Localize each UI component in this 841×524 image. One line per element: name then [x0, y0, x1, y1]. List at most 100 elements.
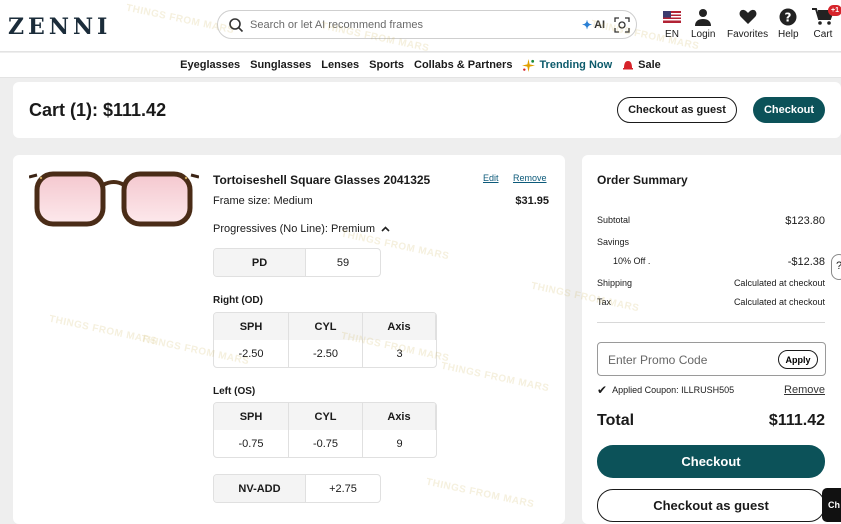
promo-code-field[interactable]: Apply: [597, 342, 826, 376]
nav-lenses[interactable]: Lenses: [321, 59, 359, 71]
side-feedback-tab[interactable]: ?: [831, 254, 841, 280]
left-sph: -0.75: [214, 430, 289, 457]
zenni-logo[interactable]: ZENNI: [8, 14, 111, 40]
nv-add-table: NV-ADD +2.75: [213, 474, 381, 503]
cart-link[interactable]: +1 Cart: [812, 5, 841, 40]
coupon-label: Applied Coupon: ILLRUSH505: [612, 385, 735, 395]
savings-row: Savings: [597, 237, 825, 247]
product-name[interactable]: Tortoiseshell Square Glasses 2041325: [213, 173, 430, 187]
subtotal-row: Subtotal $123.80: [597, 215, 825, 227]
nav-sunglasses[interactable]: Sunglasses: [250, 59, 311, 71]
pd-value: 59: [336, 256, 350, 269]
discount-row: 10% Off . -$12.38: [597, 256, 825, 268]
checkout-button[interactable]: Checkout: [597, 445, 825, 478]
pd-header: PD: [214, 249, 306, 276]
trending-label: Trending Now: [539, 59, 613, 71]
cart-item-card: Tortoiseshell Square Glasses 2041325 Fra…: [13, 155, 565, 524]
sph-header: SPH: [214, 313, 289, 340]
shipping-label: Shipping: [597, 278, 633, 288]
order-summary: Order Summary Subtotal $123.80 Savings 1…: [582, 155, 841, 524]
savings-label: Savings: [597, 237, 630, 247]
remove-coupon-link[interactable]: Remove: [784, 384, 825, 396]
svg-text:?: ?: [785, 11, 792, 25]
login-label: Login: [691, 29, 716, 40]
nv-add-value: +2.75: [329, 482, 357, 495]
subtotal-value: $123.80: [785, 215, 825, 227]
us-flag-icon: [663, 11, 681, 23]
help-icon: ?: [779, 8, 797, 26]
left-eye-table: SPH CYL Axis -0.75 -0.75 9: [213, 402, 437, 458]
tax-row: Tax Calculated at checkout: [597, 297, 825, 307]
cart-count-badge: +1: [828, 5, 841, 16]
edit-item-link[interactable]: Edit: [483, 173, 499, 183]
ai-label: AI: [594, 19, 606, 31]
visual-search-icon[interactable]: [614, 17, 630, 33]
cyl-header: CYL: [289, 313, 363, 340]
shipping-value: Calculated at checkout: [733, 278, 825, 288]
cart-label: Cart: [813, 29, 833, 40]
help-link[interactable]: ? Help: [778, 7, 799, 40]
lens-type-label: Progressives (No Line): Premium: [213, 223, 375, 235]
shipping-row: Shipping Calculated at checkout: [597, 278, 825, 288]
right-sph: -2.50: [214, 340, 289, 367]
total-label: Total: [597, 412, 635, 429]
summary-divider: [597, 322, 825, 323]
nav-trending[interactable]: Trending Now: [522, 58, 613, 72]
chat-widget-button[interactable]: Ch: [822, 488, 841, 522]
favorites-link[interactable]: Favorites: [727, 7, 768, 40]
nav-sale[interactable]: Sale: [622, 59, 661, 71]
user-icon: [695, 9, 712, 26]
favorites-label: Favorites: [727, 29, 769, 40]
pd-table: PD 59: [213, 248, 381, 277]
checkmark-icon: ✔: [597, 383, 608, 397]
item-price: $31.95: [515, 195, 549, 207]
sparkle-icon: ✦: [582, 18, 593, 32]
language-label: EN: [665, 29, 679, 40]
subtotal-label: Subtotal: [597, 215, 631, 225]
right-eye-table: SPH CYL Axis -2.50 -2.50 3: [213, 312, 437, 368]
trending-sparkle-icon: [522, 58, 536, 72]
cart-header: Cart (1): $111.42 Checkout as guest Chec…: [13, 82, 841, 138]
search-input[interactable]: [250, 15, 580, 35]
remove-item-link[interactable]: Remove: [513, 173, 547, 183]
cart-title: Cart (1): $111.42: [29, 100, 167, 120]
checkout-button-top[interactable]: Checkout: [753, 97, 825, 123]
sale-bell-icon: [623, 61, 634, 70]
search-icon: [229, 18, 244, 33]
search-bar[interactable]: ✦ AI: [217, 10, 637, 39]
chevron-up-icon: [381, 226, 390, 232]
lens-details-toggle[interactable]: Progressives (No Line): Premium: [213, 223, 390, 235]
heart-icon: [739, 9, 757, 24]
tax-value: Calculated at checkout: [733, 297, 825, 307]
promo-code-input[interactable]: [608, 351, 768, 369]
category-nav: Eyeglasses Sunglasses Lenses Sports Coll…: [0, 53, 841, 78]
total-value: $111.42: [768, 412, 825, 429]
checkout-as-guest-button-top[interactable]: Checkout as guest: [617, 97, 737, 123]
apply-promo-button[interactable]: Apply: [778, 350, 818, 369]
checkout-as-guest-button[interactable]: Checkout as guest: [597, 489, 825, 522]
axis-header: Axis: [363, 313, 436, 340]
login-link[interactable]: Login: [691, 7, 715, 40]
left-cyl: -0.75: [289, 430, 363, 457]
language-selector[interactable]: EN: [663, 7, 681, 40]
left-eye-label: Left (OS): [213, 386, 256, 397]
sph-header: SPH: [214, 403, 289, 430]
left-axis: 9: [396, 437, 403, 450]
discount-value: -$12.38: [787, 256, 825, 268]
help-label: Help: [778, 29, 799, 40]
cyl-header: CYL: [289, 403, 363, 430]
product-image[interactable]: [29, 169, 199, 229]
nav-collabs[interactable]: Collabs & Partners: [414, 59, 512, 71]
sale-label: Sale: [638, 59, 661, 71]
site-header: ZENNI ✦ AI EN: [0, 0, 841, 52]
frame-size: Frame size: Medium: [213, 195, 313, 207]
applied-coupon: ✔ Applied Coupon: ILLRUSH505 Remove: [597, 383, 825, 397]
ai-search-toggle[interactable]: ✦ AI: [582, 18, 605, 32]
nv-add-header: NV-ADD: [214, 475, 306, 502]
right-eye-label: Right (OD): [213, 295, 263, 306]
nav-sports[interactable]: Sports: [369, 59, 404, 71]
axis-header: Axis: [363, 403, 436, 430]
nav-eyeglasses[interactable]: Eyeglasses: [180, 59, 240, 71]
order-summary-title: Order Summary: [597, 173, 688, 187]
tax-label: Tax: [597, 297, 612, 307]
